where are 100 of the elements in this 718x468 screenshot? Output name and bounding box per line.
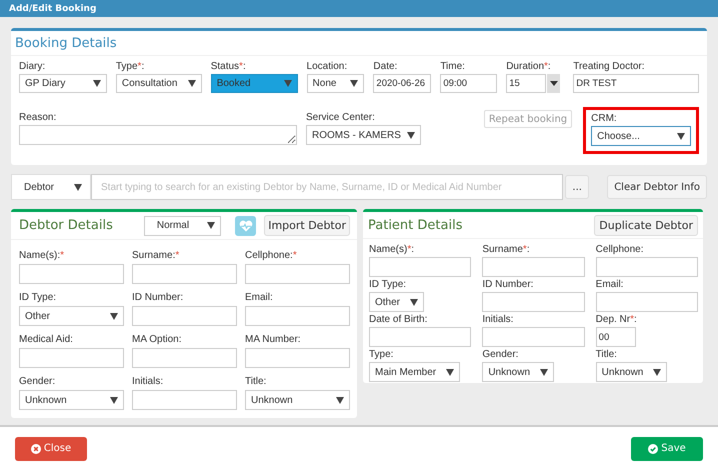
dropdown[interactable]: Other <box>19 306 124 326</box>
field-label: Service Center: <box>306 112 376 124</box>
caret-icon <box>540 368 548 376</box>
caret-icon <box>188 80 196 87</box>
input-field[interactable] <box>19 264 124 284</box>
field-label: ID Type: <box>369 279 406 291</box>
window-title: Add/Edit Booking <box>9 4 96 14</box>
panel-title: Patient Details <box>368 218 462 232</box>
caret-icon <box>350 80 358 87</box>
close-icon <box>30 444 41 454</box>
dropdown[interactable]: Unknown <box>482 362 554 382</box>
field-label: Surname:* <box>132 250 180 262</box>
caret-icon <box>550 81 558 86</box>
more-button[interactable]: ... <box>565 175 590 199</box>
caret-icon <box>410 298 418 306</box>
dropdown[interactable]: Unknown <box>19 390 124 410</box>
input-field[interactable] <box>132 348 237 368</box>
input-field[interactable] <box>132 390 237 410</box>
field-label: Email: <box>245 292 274 304</box>
caret-icon <box>653 368 662 376</box>
input-field[interactable] <box>245 264 350 284</box>
field-label: ID Number: <box>482 279 534 291</box>
input-field[interactable] <box>132 306 237 326</box>
dropdown[interactable]: Unknown <box>596 362 668 382</box>
panel-title: Debtor Details <box>19 218 113 233</box>
reason-field[interactable] <box>19 125 297 145</box>
field-label: Title: <box>245 376 268 388</box>
panel-title: Booking Details <box>15 36 117 50</box>
input-field[interactable]: 00 <box>596 327 636 347</box>
input-field[interactable] <box>482 327 585 347</box>
field-label: Status*: <box>210 61 247 73</box>
caret-icon <box>677 132 685 140</box>
input-field[interactable] <box>482 292 585 312</box>
input-field[interactable] <box>132 264 237 284</box>
input-field[interactable] <box>482 257 585 277</box>
field-label: Surname*: <box>482 244 530 256</box>
field-label: Reason: <box>19 112 58 124</box>
caret-icon <box>406 132 415 138</box>
heart-pulse-button[interactable] <box>235 216 256 236</box>
caret-icon <box>92 80 101 87</box>
dropdown[interactable]: Booked <box>210 74 298 93</box>
field-label: MA Option: <box>132 334 182 346</box>
field-label: ID Number: <box>132 292 184 304</box>
dropdown[interactable]: Consultation <box>116 74 202 93</box>
field-label: Time: <box>440 61 466 73</box>
field-label: Medical Aid: <box>19 334 74 346</box>
caret-icon <box>446 368 454 376</box>
import-debtor-button[interactable]: Import Debtor <box>264 215 350 236</box>
clear-debtor-button[interactable]: Clear Debtor Info <box>607 175 707 199</box>
field-label: Dep. Nr*: <box>596 314 637 326</box>
caret-icon <box>206 222 215 229</box>
field-label: Name(s):* <box>19 250 66 262</box>
caret-icon <box>336 396 344 404</box>
dropdown[interactable]: Other <box>369 292 424 312</box>
field-label: Cellphone:* <box>245 250 298 262</box>
input-field[interactable]: 2020-06-26 <box>373 74 432 93</box>
dropdown[interactable]: Choose... <box>591 126 691 146</box>
field-label: Type: <box>369 349 394 361</box>
field-label: Name(s)*: <box>369 244 414 256</box>
check-circle-icon <box>648 444 658 454</box>
field-label: Email: <box>596 279 624 291</box>
heart-pulse-icon <box>238 220 253 232</box>
input-field[interactable] <box>19 348 124 368</box>
field-label: ID Type: <box>19 292 58 304</box>
dropdown[interactable]: GP Diary <box>19 74 107 93</box>
field-label: Initials: <box>482 314 514 326</box>
dropdown[interactable]: Main Member <box>369 362 460 382</box>
field-label: Date of Birth: <box>369 314 428 326</box>
dropdown[interactable]: Unknown <box>245 390 350 410</box>
field-label: Gender: <box>19 376 56 388</box>
input-field[interactable]: 09:00 <box>440 74 498 93</box>
field-label: Duration*: <box>506 61 552 73</box>
input-field[interactable]: DR TEST <box>573 74 699 93</box>
input-field[interactable] <box>596 292 698 312</box>
field-label: MA Number: <box>245 334 302 346</box>
dropdown[interactable]: Debtor <box>11 174 91 200</box>
field-label: Initials: <box>132 376 164 388</box>
close-button[interactable]: Close <box>15 436 87 460</box>
field-label: Gender: <box>482 349 518 361</box>
dropdown-button[interactable] <box>547 74 560 93</box>
input-field[interactable] <box>596 257 698 277</box>
duplicate-debtor-button[interactable]: Duplicate Debtor <box>594 214 698 236</box>
input-field[interactable] <box>245 306 350 326</box>
field-label: Title: <box>596 349 617 361</box>
input-field[interactable] <box>245 348 350 368</box>
dropdown[interactable]: ROOMS - KAMERS <box>306 125 421 145</box>
dropdown[interactable]: Normal <box>144 216 221 236</box>
caret-icon <box>284 80 292 87</box>
field-label: Diary: <box>19 61 46 73</box>
caret-icon <box>74 184 82 190</box>
input-field[interactable] <box>369 257 472 277</box>
input-field[interactable]: 15 <box>506 74 546 93</box>
caret-icon <box>110 312 118 320</box>
field-label: Treating Doctor: <box>573 61 646 73</box>
field-label: Date: <box>373 61 398 73</box>
search-field[interactable]: Start typing to search for an existing Debtor by Name, Surname, ID or Medical Aid Number <box>91 174 564 200</box>
dropdown[interactable]: None <box>306 74 364 93</box>
input-field[interactable] <box>369 327 472 347</box>
caret-icon <box>110 396 118 404</box>
field-label: CRM: <box>591 113 618 125</box>
